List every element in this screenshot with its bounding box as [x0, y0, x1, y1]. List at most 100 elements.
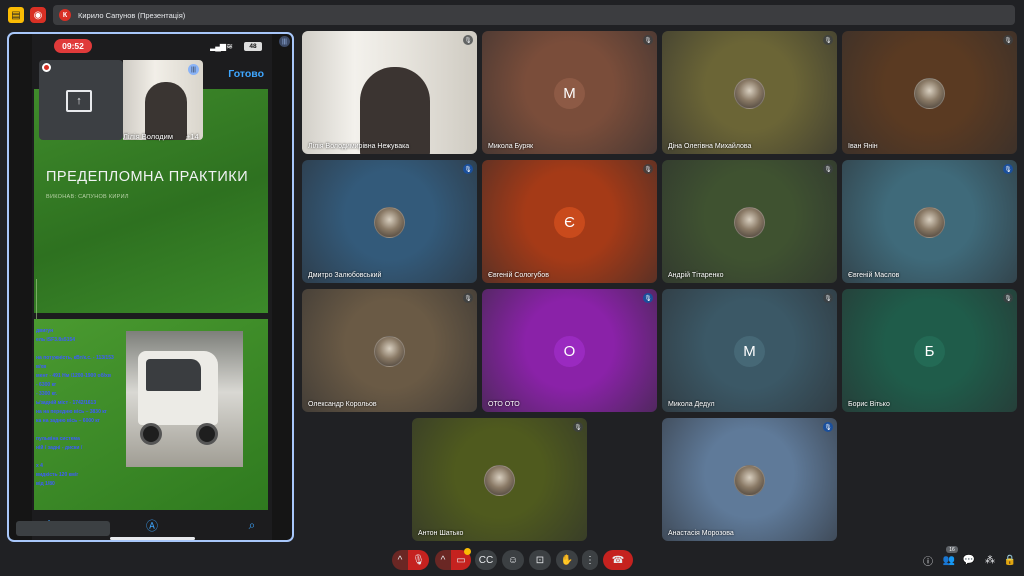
- top-bar: ▤ ◉ К Кирило Сапунов (Презентація): [0, 0, 1024, 30]
- slide2-spec-line: [36, 426, 124, 435]
- truck-window: [146, 359, 201, 391]
- participant-tile[interactable]: 🎙 Олександр Корольов: [302, 289, 477, 412]
- slide-thumbnail-2: двигун ель ISF3.8s5154 на потужність, кВт…: [34, 319, 268, 511]
- call-controls-bar: ^ 🎙 ^ ▭ CC ☺ ⊡ ✋ ⋮ ☎ ⓘ 👥 💬 ⁂ 🔒: [0, 545, 1024, 576]
- slide-subtitle: ВИКОНАВ: САПУНОВ КИРИЛ: [46, 194, 129, 200]
- participant-photo-avatar: [914, 207, 945, 238]
- presenter-avatar: К: [59, 9, 71, 21]
- slide2-spec-line: від 1/80: [36, 481, 55, 487]
- participant-tile[interactable]: 🎙 Андрій Тітаренко: [662, 160, 837, 283]
- slide2-spec-line: ній / задні - диски /: [36, 445, 83, 451]
- truck-wheel: [140, 423, 162, 445]
- mic-muted-icon: 🎙: [823, 35, 833, 45]
- video-person-silhouette: [360, 67, 430, 154]
- presentation-chip[interactable]: К Кирило Сапунов (Презентація): [53, 5, 1015, 25]
- slide2-spec-line: на на передню вісь – 3830 кг: [36, 409, 107, 415]
- raise-hand-icon[interactable]: ✋: [556, 550, 578, 570]
- captions-button[interactable]: CC: [475, 550, 497, 570]
- participant-tile[interactable]: 🎙 Іван Янін: [842, 31, 1017, 154]
- mic-muted-icon: 🎙: [1003, 164, 1013, 174]
- participant-tile[interactable]: O 🎙 ОТО ОТО: [482, 289, 657, 412]
- mic-muted-icon: 🎙: [823, 164, 833, 174]
- slide2-spec-line: [36, 345, 124, 354]
- phone-status-bar: 09:52 ▂▄▆ ≋ 48: [32, 34, 272, 58]
- participant-name: Анастасія Морозова: [668, 530, 734, 537]
- participant-tile[interactable]: Б 🎙 Борис Вітько: [842, 289, 1017, 412]
- presenting-tile[interactable]: ↑: [39, 60, 123, 140]
- info-icon[interactable]: ⓘ: [921, 553, 935, 568]
- participant-tile[interactable]: 🎙 Анастасія Морозова: [662, 418, 837, 541]
- participant-photo-avatar: [734, 465, 765, 496]
- slide2-spec-line: ка на задню вісь – 6000 кг: [36, 418, 100, 424]
- home-indicator: [110, 537, 195, 540]
- slide2-spec-line: видкість 120 км/г: [36, 472, 79, 478]
- camera-warning-badge: [464, 548, 471, 555]
- signal-wifi-icon: ▂▄▆ ≋: [210, 42, 233, 51]
- captions-icon[interactable]: ▤: [8, 7, 24, 23]
- mic-muted-icon: 🎙: [823, 422, 833, 432]
- participant-photo-avatar: [374, 336, 405, 367]
- participant-tile[interactable]: M 🎙 Микола Буряк: [482, 31, 657, 154]
- participant-photo-avatar: [374, 207, 405, 238]
- chat-icon[interactable]: 💬: [962, 553, 976, 567]
- phone-time: 09:52: [54, 39, 92, 53]
- more-participants-count[interactable]: +14: [186, 132, 199, 141]
- participant-initial-avatar: O: [554, 336, 585, 367]
- host-controls-icon[interactable]: 🔒: [1003, 553, 1017, 567]
- camera-options-button[interactable]: ^: [435, 550, 451, 570]
- participant-name: ОТО ОТО: [488, 401, 520, 408]
- self-view-tile[interactable]: |||: [123, 60, 203, 140]
- self-view-name: Лілія Володим: [123, 132, 173, 141]
- audio-level-icon: |||: [188, 64, 199, 75]
- participant-photo-avatar: [484, 465, 515, 496]
- participant-name: Іван Янін: [848, 143, 878, 150]
- participant-initial-avatar: M: [554, 78, 585, 109]
- record-dot-icon: [42, 63, 51, 72]
- emoji-icon[interactable]: ☺: [502, 550, 524, 570]
- shared-screen-panel[interactable]: 09:52 ▂▄▆ ≋ 48 Готово ПРЕДЕПЛОМНА ПРАКТИ…: [7, 32, 294, 542]
- slide2-spec-line: [36, 453, 124, 462]
- participant-tile[interactable]: 🎙 Лілія Володимирівна Нежувака: [302, 31, 477, 154]
- activities-icon[interactable]: ⁂: [983, 553, 997, 567]
- participant-tile[interactable]: 🎙 Антон Шатько: [412, 418, 587, 541]
- participant-name: Дмитро Залюбовський: [308, 272, 382, 279]
- slide2-spec-line: ель ISF3.8s5154: [36, 337, 76, 343]
- slide2-spec-line: ь/задній міст - 1742/1613: [36, 400, 97, 406]
- truck-wheel: [196, 423, 218, 445]
- participant-name: Лілія Володимирівна Нежувака: [308, 143, 410, 150]
- mic-options-button[interactable]: ^: [392, 550, 408, 570]
- participant-initial-avatar: M: [734, 336, 765, 367]
- mic-muted-icon: 🎙: [573, 422, 583, 432]
- participant-tile[interactable]: Є 🎙 Євгеній Сологубов: [482, 160, 657, 283]
- slide2-spec-line: мент - 491 Нм /1200-1900 об/хв: [36, 373, 111, 379]
- participant-tile[interactable]: 🎙 Дмитро Залюбовський: [302, 160, 477, 283]
- more-options-icon[interactable]: ⋮: [582, 550, 598, 570]
- mic-muted-icon: 🎙: [463, 164, 473, 174]
- end-call-icon[interactable]: ☎: [603, 550, 633, 570]
- slide2-spec-line: - 3300 кг.: [36, 391, 58, 397]
- participant-initial-avatar: Б: [914, 336, 945, 367]
- participant-name: Микола Дедул: [668, 401, 715, 408]
- slide2-spec-line: - 6300 кг: [36, 382, 57, 388]
- mic-off-icon[interactable]: 🎙: [408, 550, 429, 570]
- participant-name: Євгеній Маслов: [848, 272, 900, 279]
- mic-muted-icon: 🎙: [1003, 35, 1013, 45]
- participant-name: Антон Шатько: [418, 530, 464, 537]
- participant-photo-avatar: [734, 207, 765, 238]
- participant-tile[interactable]: M 🎙 Микола Дедул: [662, 289, 837, 412]
- audio-level-icon: |||: [279, 36, 290, 47]
- panel-drag-handle[interactable]: [16, 521, 110, 536]
- mic-muted-icon: 🎙: [823, 293, 833, 303]
- done-button: Готово: [228, 68, 264, 80]
- participant-tile[interactable]: 🎙 Діна Олегівна Михайлова: [662, 31, 837, 154]
- present-button[interactable]: ⊡: [529, 550, 551, 570]
- participant-tile[interactable]: 🎙 Євгеній Маслов: [842, 160, 1017, 283]
- recording-icon[interactable]: ◉: [30, 7, 46, 23]
- participant-name: Євгеній Сологубов: [488, 272, 549, 279]
- participant-photo-avatar: [734, 78, 765, 109]
- slide-title: ПРЕДЕПЛОМНА ПРАКТИКИ: [46, 169, 249, 185]
- slide2-spec-line: x 4: [36, 463, 43, 469]
- presentation-label: Кирило Сапунов (Презентація): [78, 10, 186, 20]
- people-icon[interactable]: 👥: [942, 553, 956, 567]
- mic-muted-icon: 🎙: [643, 164, 653, 174]
